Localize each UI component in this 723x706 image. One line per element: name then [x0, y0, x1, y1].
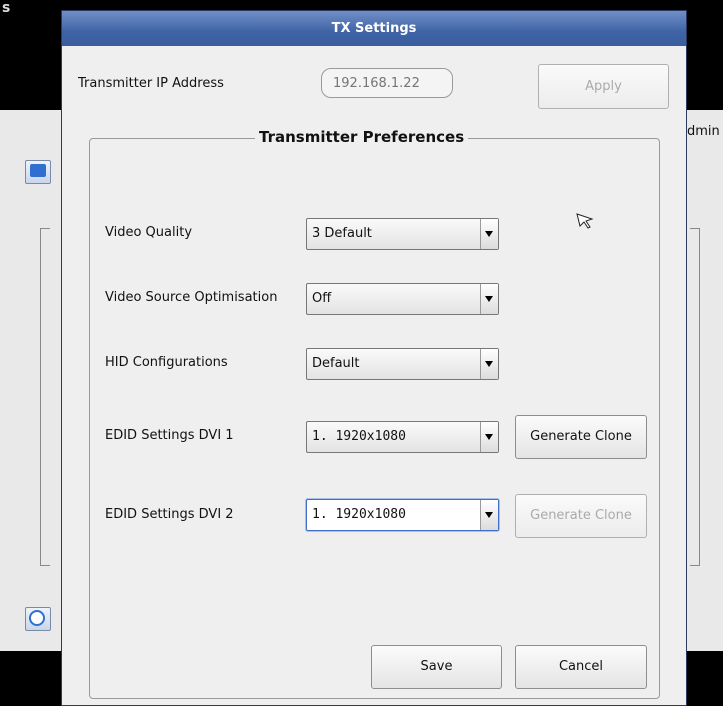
video-quality-value: 3 Default: [312, 226, 372, 241]
edid-dvi1-value: 1. 1920x1080: [312, 429, 406, 444]
power-icon[interactable]: [25, 607, 51, 631]
video-quality-label: Video Quality: [105, 225, 193, 240]
dropdown-arrow-icon[interactable]: [480, 500, 498, 530]
apply-button[interactable]: Apply: [538, 64, 669, 109]
edid-dvi2-select[interactable]: 1. 1920x1080: [306, 499, 499, 531]
save-button[interactable]: Save: [371, 645, 502, 689]
mouse-pointer-icon: [576, 213, 594, 229]
edid-dvi1-label: EDID Settings DVI 1: [105, 428, 234, 443]
generate-clone-dvi2-button[interactable]: Generate Clone: [515, 494, 647, 538]
hid-configurations-label: HID Configurations: [105, 355, 228, 370]
video-source-optimisation-label: Video Source Optimisation: [105, 290, 278, 305]
background-admin-label: dmin: [687, 124, 720, 139]
background-frame-right: [690, 228, 700, 566]
tx-settings-dialog: TX Settings Transmitter IP Address Apply…: [61, 10, 687, 706]
cancel-button[interactable]: Cancel: [515, 645, 647, 689]
dropdown-arrow-icon[interactable]: [480, 284, 498, 314]
edid-dvi2-label: EDID Settings DVI 2: [105, 507, 234, 522]
hid-configurations-select[interactable]: Default: [306, 348, 499, 380]
ip-address-input[interactable]: [321, 68, 453, 98]
group-title: Transmitter Preferences: [255, 128, 469, 146]
dropdown-arrow-icon[interactable]: [480, 219, 498, 249]
background-corner-text: s: [2, 0, 11, 16]
dropdown-arrow-icon[interactable]: [480, 349, 498, 379]
video-quality-select[interactable]: 3 Default: [306, 218, 499, 250]
video-source-optimisation-select[interactable]: Off: [306, 283, 499, 315]
screen-icon[interactable]: [25, 160, 51, 184]
edid-dvi1-select[interactable]: 1. 1920x1080: [306, 421, 499, 453]
dialog-title: TX Settings: [62, 11, 686, 46]
background-frame-left: [40, 228, 50, 566]
generate-clone-dvi1-button[interactable]: Generate Clone: [515, 415, 647, 459]
dropdown-arrow-icon[interactable]: [480, 422, 498, 452]
ip-address-label: Transmitter IP Address: [78, 76, 224, 91]
hid-configurations-value: Default: [312, 356, 360, 371]
video-source-optimisation-value: Off: [312, 291, 332, 306]
edid-dvi2-value: 1. 1920x1080: [312, 507, 406, 522]
